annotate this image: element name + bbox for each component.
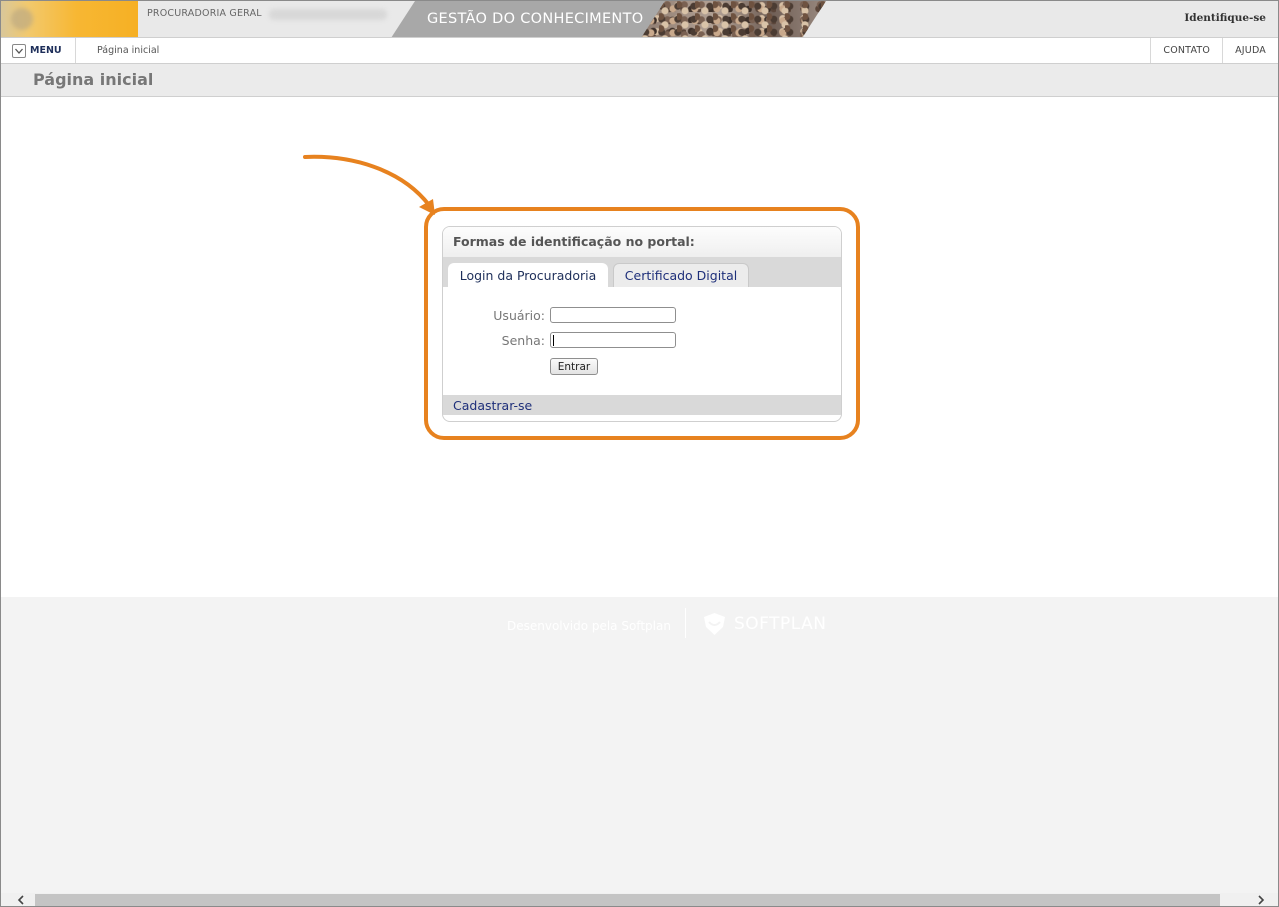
softplan-logo-icon [704,613,725,635]
text-cursor [553,335,554,346]
password-label: Senha: [501,333,545,348]
menu-button[interactable]: MENU [1,38,76,63]
developed-by-text: Desenvolvido pela Softplan [507,619,671,633]
submit-button[interactable]: Entrar [550,358,598,375]
browser-viewport: PROCURADORIA GERAL GESTÃO DO CONHECIMENT… [0,0,1279,907]
tab-login-procuradoria[interactable]: Login da Procuradoria [448,263,608,287]
crowd-image [641,1,826,38]
login-panel-heading: Formas de identificação no portal: [443,227,841,257]
help-link[interactable]: AJUDA [1222,38,1278,63]
nav-links: CONTATO AJUDA [1150,38,1278,63]
username-label: Usuário: [493,308,545,323]
footer-divider [685,608,686,638]
login-panel: Formas de identificação no portal: Login… [442,226,842,422]
organization-name: PROCURADORIA GERAL [147,8,262,19]
top-banner: PROCURADORIA GERAL GESTÃO DO CONHECIMENT… [1,1,1278,38]
softplan-wordmark: SOFTPLAN [734,614,827,634]
register-bar: Cadastrar-se [443,395,841,415]
horizontal-scrollbar[interactable] [1,893,1278,906]
chevron-right-icon[interactable] [1251,893,1271,906]
chevron-left-icon[interactable] [11,893,31,906]
page-title: Página inicial [33,70,154,89]
password-input[interactable] [550,332,676,348]
organization-name-redacted [269,9,387,20]
nav-bar: MENU Página inicial CONTATO AJUDA [1,38,1278,64]
breadcrumb[interactable]: Página inicial [97,45,159,56]
menu-label: MENU [30,45,62,56]
scrollbar-thumb[interactable] [35,894,1220,906]
login-tabs: Login da Procuradoria Certificado Digita… [443,257,841,287]
portal-title: GESTÃO DO CONHECIMENTO [427,11,644,27]
page-title-bar: Página inicial [1,64,1278,97]
login-form: Usuário: Senha: Entrar [443,287,841,395]
contact-link[interactable]: CONTATO [1150,38,1222,63]
username-input[interactable] [550,307,676,323]
identify-link[interactable]: Identifique-se [1184,12,1266,24]
logo-emblem [11,8,33,30]
chevron-down-icon [12,43,26,58]
page-footer: Desenvolvido pela Softplan SOFTPLAN [1,597,1278,893]
tab-certificado-digital[interactable]: Certificado Digital [613,263,749,287]
softplan-brand[interactable]: SOFTPLAN [701,612,827,636]
organization-logo[interactable] [1,1,138,37]
register-link[interactable]: Cadastrar-se [453,398,532,413]
